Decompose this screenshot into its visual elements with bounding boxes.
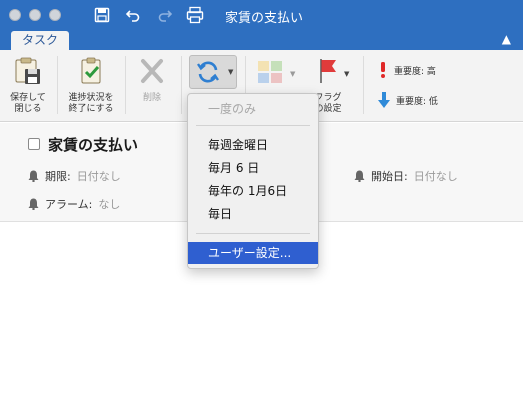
- tab-task[interactable]: タスク: [11, 31, 70, 50]
- start-date-field[interactable]: 開始日: 日付なし: [354, 168, 458, 184]
- ribbon-separator: [181, 56, 182, 114]
- save-close-icon: [13, 56, 43, 90]
- alarm-value[interactable]: なし: [98, 196, 120, 212]
- mark-complete-icon: [76, 56, 106, 90]
- bell-icon: [354, 170, 365, 182]
- priority-high-icon: [381, 62, 385, 78]
- mark-complete-button[interactable]: 進捗状況を 終了にする: [62, 56, 120, 115]
- menu-item-once[interactable]: 一度のみ: [188, 98, 318, 120]
- bell-icon: [28, 170, 39, 182]
- menu-item-weekly[interactable]: 毎週金曜日: [188, 134, 318, 156]
- priority-low-button[interactable]: 重要度: 低: [378, 92, 438, 108]
- task-complete-checkbox[interactable]: [28, 138, 40, 150]
- chevron-down-icon: ▼: [228, 68, 234, 76]
- zoom-window-button[interactable]: [49, 9, 61, 21]
- recurrence-icon: [195, 59, 221, 89]
- close-window-button[interactable]: [9, 9, 21, 21]
- priority-high-button[interactable]: 重要度: 高: [378, 62, 436, 78]
- recurrence-menu: 一度のみ 毎週金曜日 毎月 6 日 毎年の 1月6日 毎日 ユーザー設定...: [187, 93, 319, 269]
- save-close-button[interactable]: 保存して 閉じる: [6, 56, 50, 115]
- delete-icon: [137, 56, 167, 90]
- ribbon-separator: [125, 56, 126, 114]
- alarm-field[interactable]: アラーム: なし: [28, 196, 120, 212]
- save-icon[interactable]: [92, 5, 112, 25]
- undo-icon[interactable]: [123, 5, 143, 25]
- chevron-down-icon[interactable]: ▼: [344, 70, 349, 78]
- title-bar: 家賃の支払い: [0, 0, 523, 30]
- task-title[interactable]: 家賃の支払い: [48, 134, 138, 155]
- print-icon[interactable]: [185, 5, 205, 25]
- start-label: 開始日:: [371, 170, 408, 183]
- priority-low-icon: [378, 92, 390, 108]
- due-date-field[interactable]: 期限: 日付なし: [28, 168, 121, 184]
- chevron-down-icon[interactable]: ▼: [290, 70, 295, 78]
- window-title: 家賃の支払い: [225, 11, 304, 26]
- delete-label: 削除: [142, 93, 161, 103]
- priority-low-label: 重要度: 低: [396, 96, 438, 107]
- menu-separator: [196, 233, 310, 234]
- minimize-window-button[interactable]: [29, 9, 41, 21]
- flag-icon: [313, 56, 343, 90]
- recurrence-button[interactable]: ▼: [189, 55, 237, 89]
- ribbon-separator: [363, 56, 364, 114]
- menu-item-daily[interactable]: 毎日: [188, 203, 318, 225]
- save-close-label: 保存して 閉じる: [10, 93, 46, 114]
- menu-item-custom[interactable]: ユーザー設定...: [188, 242, 318, 264]
- ribbon-separator: [57, 56, 58, 114]
- priority-high-label: 重要度: 高: [394, 66, 436, 77]
- menu-separator: [196, 125, 310, 126]
- menu-item-yearly[interactable]: 毎年の 1月6日: [188, 180, 318, 202]
- due-value[interactable]: 日付なし: [77, 168, 121, 184]
- categorize-icon[interactable]: [256, 59, 286, 91]
- menu-item-monthly[interactable]: 毎月 6 日: [188, 157, 318, 179]
- bell-icon: [28, 198, 39, 210]
- mark-complete-label: 進捗状況を 終了にする: [68, 93, 114, 114]
- collapse-ribbon-icon[interactable]: ▲: [502, 32, 511, 46]
- redo-icon[interactable]: [155, 5, 175, 25]
- start-value[interactable]: 日付なし: [414, 168, 458, 184]
- delete-button[interactable]: 削除: [130, 56, 174, 104]
- ribbon-tab-row: タスク ▲: [0, 30, 523, 50]
- due-label: 期限:: [45, 170, 71, 183]
- alarm-label: アラーム:: [45, 198, 93, 211]
